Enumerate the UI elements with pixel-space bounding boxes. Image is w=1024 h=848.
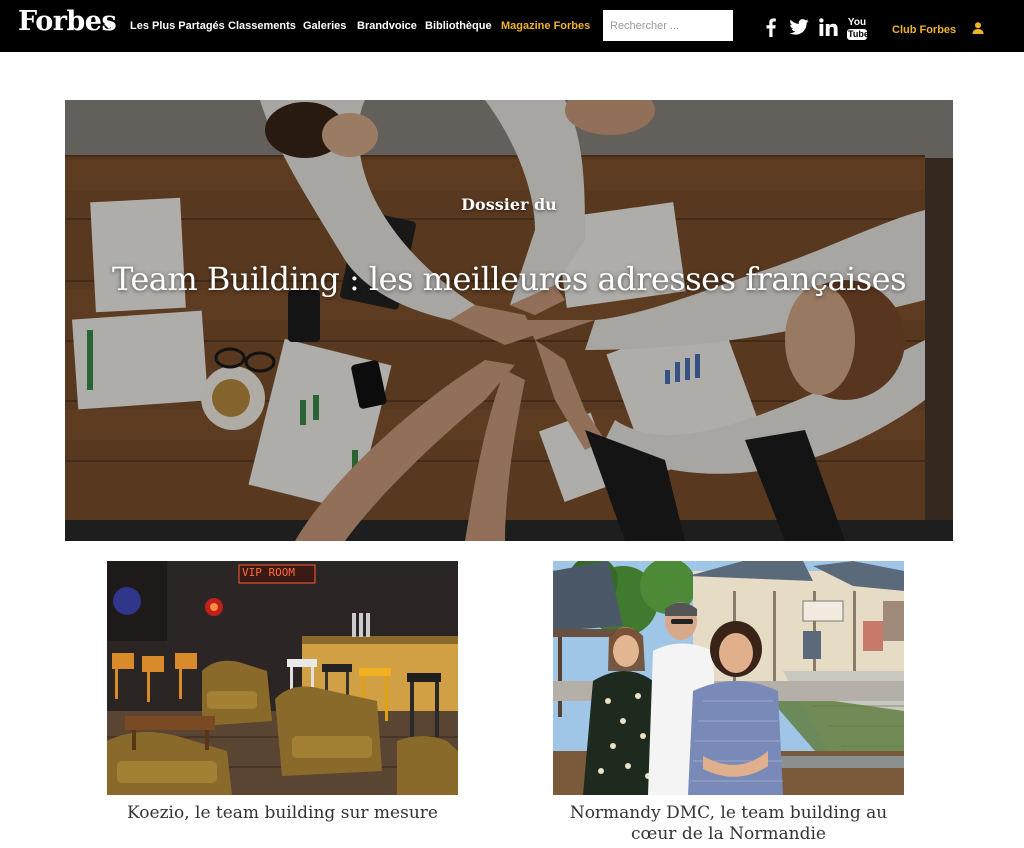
article-card-image[interactable] <box>107 561 458 795</box>
hero-kicker: Dossier du <box>461 195 557 214</box>
linkedin-icon[interactable] <box>818 16 838 38</box>
nav-item-galeries[interactable]: Galeries <box>303 20 346 32</box>
nav-item-classements[interactable]: Classements <box>228 20 296 32</box>
article-card-title[interactable]: Koezio, le team building sur mesure <box>107 803 458 824</box>
logo-dropdown-caret-icon[interactable] <box>104 24 114 29</box>
article-card-title[interactable]: Normandy DMC, le team building au cœur d… <box>553 803 904 845</box>
search-input[interactable] <box>603 10 733 41</box>
youtube-icon[interactable]: You Tube <box>847 17 869 43</box>
nav-item-les-plus-partages[interactable]: Les Plus Partagés <box>130 20 225 32</box>
article-card-koezio[interactable]: Koezio, le team building sur mesure <box>107 561 458 824</box>
club-forbes-link[interactable]: Club Forbes <box>892 24 956 36</box>
normandy-dmc-team-image <box>553 561 904 795</box>
youtube-you-text: You <box>847 17 867 28</box>
twitter-icon[interactable] <box>788 16 810 38</box>
facebook-icon[interactable] <box>764 16 778 38</box>
hero-feature-banner[interactable]: Dossier du Team Building : les meilleure… <box>65 100 953 541</box>
article-card-image[interactable] <box>553 561 904 795</box>
vip-room-sign: VIP ROOM <box>242 566 295 579</box>
article-card-normandy-dmc[interactable]: Normandy DMC, le team building au cœur d… <box>553 561 904 845</box>
koezio-lounge-image <box>107 561 458 795</box>
hero-title[interactable]: Team Building : les meilleures adresses … <box>65 260 953 298</box>
nav-item-brandvoice[interactable]: Brandvoice <box>357 20 417 32</box>
nav-item-magazine-forbes[interactable]: Magazine Forbes <box>501 20 590 32</box>
user-account-icon[interactable] <box>972 21 984 39</box>
top-navigation-bar: Forbes Les Plus Partagés Classements Gal… <box>0 0 1024 52</box>
nav-item-bibliotheque[interactable]: Bibliothèque <box>425 20 492 32</box>
hero-dark-overlay <box>65 100 953 541</box>
forbes-logo[interactable]: Forbes <box>18 6 117 37</box>
youtube-tube-text: Tube <box>847 29 869 40</box>
